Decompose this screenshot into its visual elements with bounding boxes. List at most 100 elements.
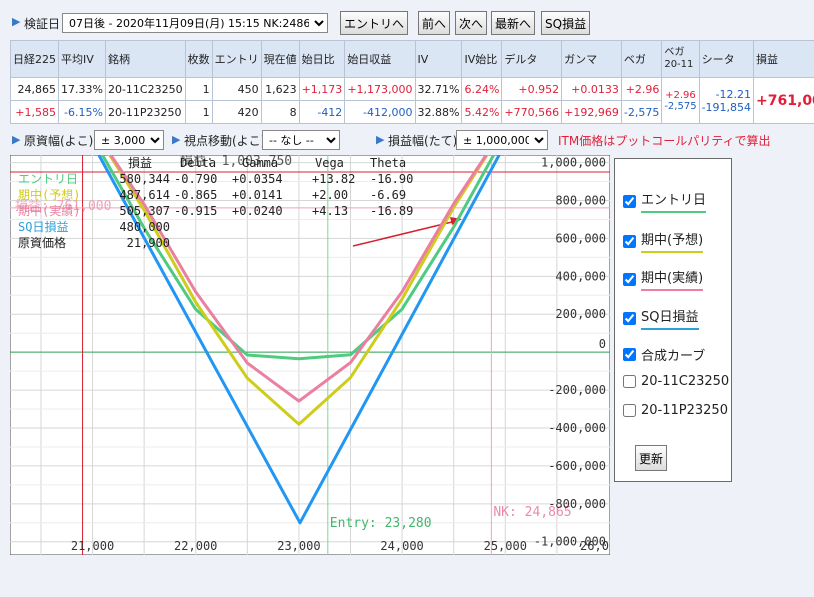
refresh-button[interactable]: 更新 (635, 445, 668, 471)
pnl-range-label: 損益幅(たて) (388, 134, 458, 148)
chart-background (10, 155, 610, 555)
legend-item[interactable]: 期中(予想) (623, 229, 704, 253)
tooltip-cell: -16.89 (370, 204, 413, 218)
y-tick-label: 600,000 (555, 231, 606, 245)
tooltip-cell: 505,307 (119, 204, 170, 218)
next-button[interactable]: 次へ (455, 11, 488, 35)
y-tick-label: 400,000 (555, 269, 606, 283)
triangle-icon: ▶ (12, 133, 21, 146)
y-tick-label: -800,000 (548, 497, 606, 511)
goto-entry-button[interactable]: エントリへ (340, 11, 409, 35)
tooltip-row-label: エントリ日 (18, 172, 78, 186)
legend-checkbox[interactable] (623, 404, 636, 417)
col-nk225: 日経225 (10, 40, 59, 78)
legend-item[interactable]: 20-11P23250 (623, 403, 728, 418)
verify-date-select[interactable]: 07日後 - 2020年11月09日(月) 15:15 NK:24865 (62, 13, 328, 33)
col-symbol: 銘柄 (104, 40, 186, 78)
latest-button[interactable]: 最新へ (491, 11, 536, 35)
tooltip-cell: -16.90 (370, 172, 413, 186)
gamma-cell: +192,969 (561, 100, 622, 124)
x-tick-label: 22,000 (174, 539, 217, 553)
tooltip-cell: 21,900 (127, 236, 170, 250)
col-day-change: 始日比 (298, 40, 346, 78)
tooltip-header-overlap: 損益: 1,003,750 (180, 155, 292, 169)
gamma-cell: +0.0133 (561, 77, 622, 101)
pnl-chart[interactable]: Entry: 23,280NK: 24,865 21,000 22,000 23,0… (10, 155, 610, 555)
legend-label: 期中(予想) (641, 229, 704, 253)
legend-label: 20-11C23250 (641, 374, 730, 389)
col-vega-2011: ベガ 20-11 (661, 40, 700, 78)
legend-label: エントリ日 (641, 189, 707, 213)
legend-item[interactable]: 合成カーブ (623, 345, 705, 364)
y-tick-label: 800,000 (555, 193, 606, 207)
y-tick-label: -1,000,000 (534, 535, 606, 549)
triangle-icon: ▶ (12, 15, 21, 28)
verify-date-label: 検証日 (24, 17, 61, 31)
entry-cell: 420 (211, 100, 262, 124)
legend-item[interactable]: SQ日損益 (623, 306, 699, 330)
col-entry: エントリ (211, 40, 262, 78)
avg-iv-change: -6.15% (58, 100, 106, 124)
tooltip-cell: -0.865 (174, 188, 217, 202)
x-tick-label: 24,000 (380, 539, 423, 553)
tooltip-cell: +4.13 (312, 204, 348, 218)
avg-iv-value: 17.33% (58, 77, 106, 101)
viewpoint-label: 視点移動(よこ) (184, 134, 266, 148)
symbol-cell: 20-11C23250 (104, 77, 186, 101)
iv-cell: 32.71% (414, 77, 463, 101)
tooltip-cell: 580,344 (119, 172, 170, 186)
profit-cell: -412,000 (344, 100, 416, 124)
iv-cell: 32.88% (414, 100, 463, 124)
vega-2011-cell: +2.96 -2,575 (661, 77, 700, 124)
pnl-range-select[interactable]: ± 1,000,000 (456, 130, 548, 150)
entry-label: Entry: 23,280 (330, 516, 432, 531)
legend-item[interactable]: 期中(実績) (623, 267, 704, 291)
tooltip-cell: -0.790 (174, 172, 217, 186)
legend-checkbox[interactable] (623, 234, 636, 248)
legend-label: 20-11P23250 (641, 403, 728, 418)
col-qty: 枚数 (184, 40, 213, 78)
profit-cell: +1,173,000 (344, 77, 416, 101)
tooltip-cell: -0.915 (174, 204, 217, 218)
itm-note: ITM価格はプットコールパリティで算出 (558, 134, 771, 148)
pnl-total: +761,000 (753, 77, 814, 124)
viewpoint-select[interactable]: -- なし -- (262, 130, 340, 150)
col-iv-change: IV始比 (461, 40, 503, 78)
legend-checkbox[interactable] (623, 194, 636, 208)
prev-button[interactable]: 前へ (418, 11, 451, 35)
x-tick-label: 21,000 (71, 539, 114, 553)
col-delta: デルタ (501, 40, 563, 78)
change-cell: +1,173 (298, 77, 346, 101)
y-tick-label: -400,000 (548, 421, 606, 435)
legend-label: 合成カーブ (641, 349, 706, 364)
table-row: 24,865 17.33% 20-11C23250 1 450 1,623 +1… (10, 77, 814, 124)
x-tick-label: 23,000 (277, 539, 320, 553)
legend-checkbox[interactable] (623, 375, 636, 388)
legend-checkbox[interactable] (623, 348, 636, 361)
tooltip-cell: 480,000 (119, 220, 170, 234)
current-cell: 1,623 (260, 77, 300, 101)
triangle-icon: ▶ (376, 133, 385, 146)
tooltip-row-label: 原資価格 (18, 235, 66, 250)
underlying-range-select[interactable]: ± 3,000 (94, 130, 164, 150)
y-tick-label: -200,000 (548, 383, 606, 397)
legend-panel: エントリ日期中(予想) 期中(実績) SQ日損益合成カーブ 20-11C23250 20… (614, 158, 732, 482)
y-tick-label: 1,000,000 (541, 156, 606, 170)
y-tick-label: -600,000 (548, 459, 606, 473)
legend-item[interactable]: 20-11C23250 (623, 374, 729, 389)
legend-label: SQ日損益 (641, 306, 699, 330)
symbol-cell: 20-11P23250 (104, 100, 186, 124)
col-day-profit: 始日収益 (344, 40, 416, 78)
sq-pnl-button[interactable]: SQ損益 (541, 11, 591, 35)
legend-checkbox[interactable] (623, 272, 636, 286)
tooltip-row-label: SQ日損益 (18, 219, 68, 234)
legend-item[interactable]: エントリ日 (623, 189, 707, 213)
tooltip-cell: 487,614 (119, 188, 170, 202)
y-tick-label: 200,000 (555, 307, 606, 321)
x-tick-label: 25,000 (484, 539, 527, 553)
legend-checkbox[interactable] (623, 311, 636, 325)
tooltip-header: Vega (315, 156, 344, 170)
entry-cell: 450 (211, 77, 262, 101)
tooltip-cell: +0.0240 (232, 204, 283, 218)
qty-cell: 1 (184, 100, 213, 124)
